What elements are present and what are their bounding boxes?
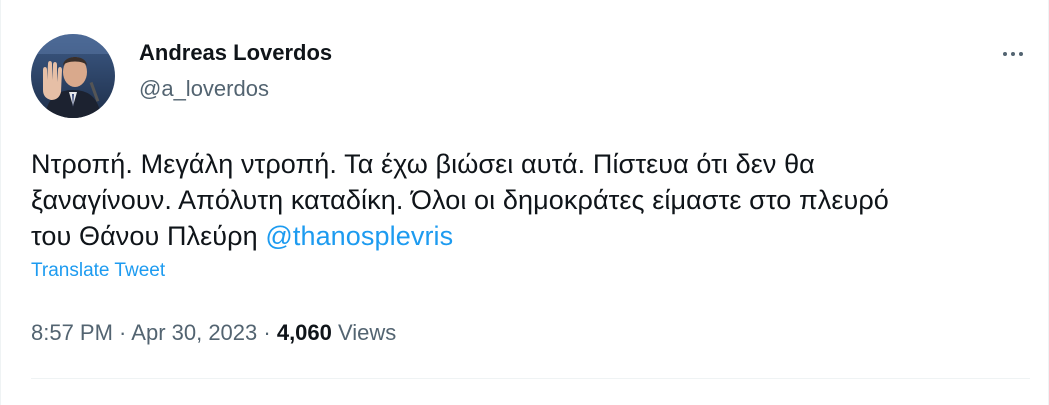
tweet-text-line: του Θάνου Πλεύρη @thanosplevris xyxy=(31,218,1031,254)
author-handle[interactable]: @a_loverdos xyxy=(139,76,269,102)
tweet-time[interactable]: 8:57 PM xyxy=(31,320,113,345)
tweet-text: Ντροπή. Μεγάλη ντροπή. Τα έχω βιώσει αυτ… xyxy=(31,146,1031,254)
more-options-button[interactable] xyxy=(996,44,1030,64)
tweet-date[interactable]: Apr 30, 2023 xyxy=(131,320,257,345)
tweet-metadata: 8:57 PM · Apr 30, 2023 · 4,060 Views xyxy=(31,320,396,346)
divider xyxy=(31,378,1030,379)
translate-tweet-link[interactable]: Translate Tweet xyxy=(31,260,165,282)
separator: · xyxy=(257,320,277,345)
tweet-text-line: Ντροπή. Μεγάλη ντροπή. Τα έχω βιώσει αυτ… xyxy=(31,149,815,179)
tweet-text-line: ξαναγίνουν. Απόλυτη καταδίκη. Όλοι οι δη… xyxy=(31,185,889,215)
more-horizontal-icon xyxy=(1011,52,1015,56)
tweet-detail: Andreas Loverdos @a_loverdos Ντροπή. Μεγ… xyxy=(0,0,1049,405)
views-label: Views xyxy=(331,320,397,345)
views-count: 4,060 xyxy=(276,320,332,345)
tweet-text-segment: του Θάνου Πλεύρη xyxy=(31,221,266,251)
avatar[interactable] xyxy=(31,34,115,118)
mention-link[interactable]: @thanosplevris xyxy=(265,221,453,251)
avatar-image xyxy=(31,34,115,118)
author-name[interactable]: Andreas Loverdos xyxy=(139,40,332,66)
more-horizontal-icon xyxy=(1019,52,1023,56)
separator: · xyxy=(112,320,132,345)
more-horizontal-icon xyxy=(1003,52,1007,56)
